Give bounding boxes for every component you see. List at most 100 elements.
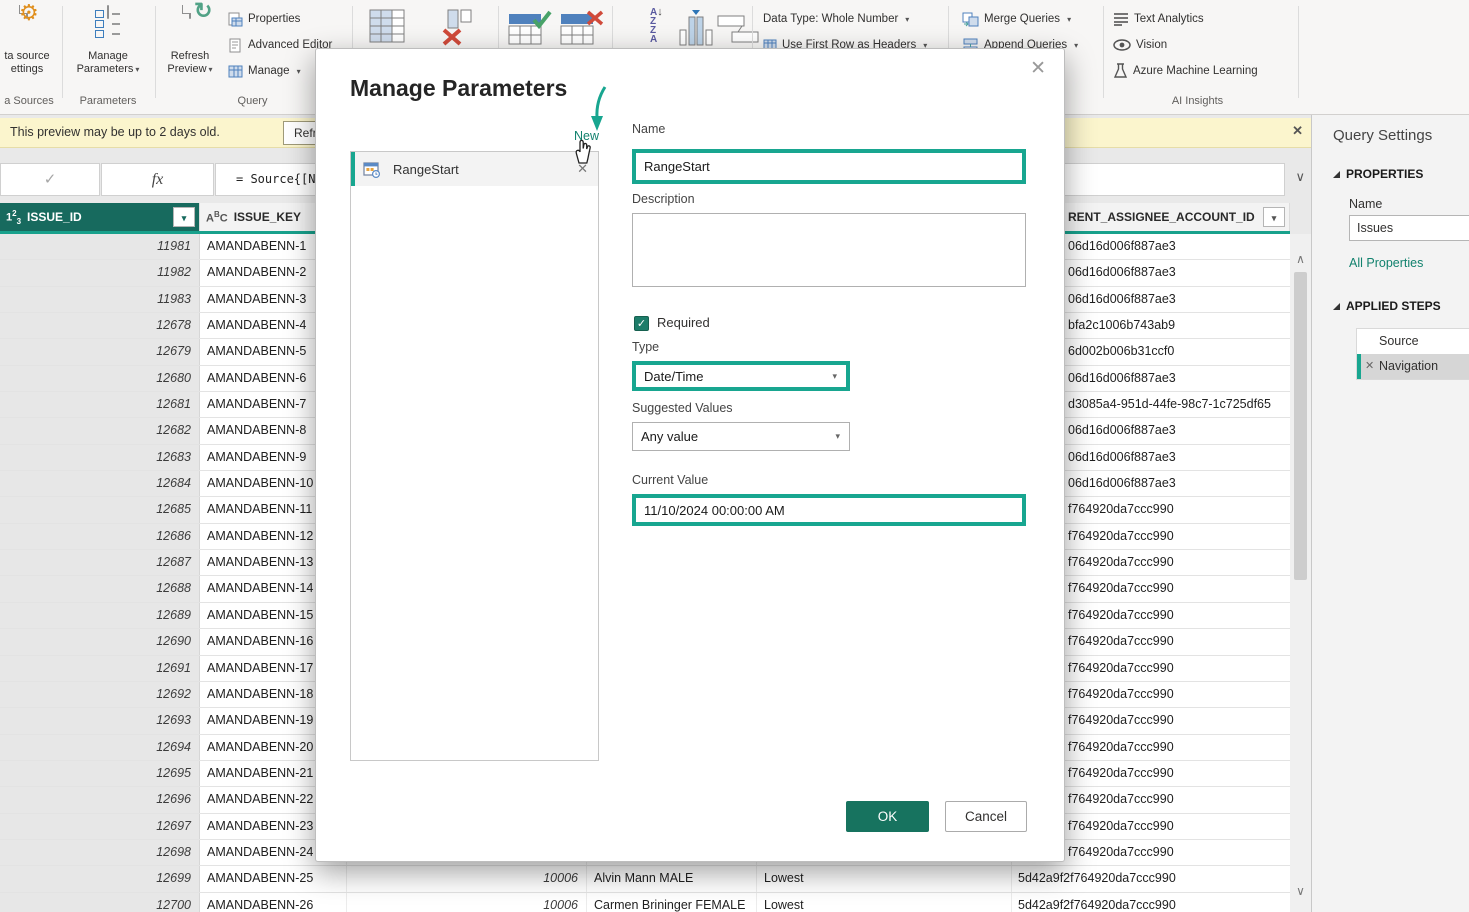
cell-issue-id[interactable]: 12682: [0, 418, 200, 443]
ok-button[interactable]: OK: [846, 801, 929, 832]
cell-issue-id[interactable]: 12692: [0, 682, 200, 707]
check-icon: ✓: [637, 318, 646, 330]
cell-issue-id[interactable]: 12691: [0, 656, 200, 681]
eye-icon: [1113, 39, 1131, 51]
merge-queries-button[interactable]: Merge Queries ▾: [962, 8, 1071, 30]
cell-issue-key[interactable]: AMANDABENN-25: [200, 866, 347, 891]
suggested-values-dropdown[interactable]: Any value ▾: [632, 422, 850, 451]
cell-issue-id[interactable]: 12698: [0, 840, 200, 865]
cell-reporter-id[interactable]: 10006: [347, 866, 587, 891]
query-settings-panel: Query Settings PROPERTIES Name Issues Al…: [1311, 115, 1469, 912]
chevron-down-icon: ▾: [1067, 15, 1071, 24]
parameter-name-input[interactable]: RangeStart: [632, 149, 1026, 184]
properties-button[interactable]: Properties: [228, 8, 300, 30]
column-header-issue-id[interactable]: 123 ISSUE_ID ▾: [0, 203, 200, 231]
keep-rows-button[interactable]: [508, 10, 552, 46]
delete-step-icon[interactable]: ✕: [1365, 354, 1374, 378]
cell-issue-id[interactable]: 12684: [0, 471, 200, 496]
data-type-dropdown[interactable]: Data Type: Whole Number ▾: [763, 8, 909, 30]
chevron-down-icon: ▾: [1272, 213, 1277, 223]
fx-button[interactable]: fx: [101, 163, 214, 196]
refresh-preview-button[interactable]: ↻ Refresh Preview▾: [158, 6, 222, 76]
cell-priority[interactable]: Lowest: [757, 893, 1012, 912]
required-checkbox[interactable]: ✓: [634, 316, 649, 331]
cell-issue-id[interactable]: 12688: [0, 576, 200, 601]
cell-issue-id[interactable]: 12693: [0, 708, 200, 733]
manage-icon: [228, 64, 243, 79]
parameter-name: RangeStart: [393, 162, 459, 177]
cell-issue-id[interactable]: 12679: [0, 339, 200, 364]
cell-issue-id[interactable]: 12681: [0, 392, 200, 417]
cell-issue-id[interactable]: 12699: [0, 866, 200, 891]
sort-ascending-button[interactable]: A↓ Z Z A: [650, 8, 663, 44]
cell-issue-id[interactable]: 12694: [0, 735, 200, 760]
cell-issue-id[interactable]: 11983: [0, 287, 200, 312]
choose-columns-button[interactable]: [368, 8, 406, 44]
cell-issue-id[interactable]: 12686: [0, 524, 200, 549]
cell-issue-id[interactable]: 12696: [0, 787, 200, 812]
manage-parameters-button[interactable]: Manage Parameters▾: [68, 6, 148, 76]
cell-issue-id[interactable]: 11981: [0, 234, 200, 259]
collapse-triangle-icon: [1333, 303, 1340, 310]
step-navigation[interactable]: ✕ Navigation: [1357, 354, 1469, 379]
cell-issue-id[interactable]: 12700: [0, 893, 200, 912]
remove-rows-button[interactable]: [560, 10, 604, 46]
manage-button[interactable]: Manage ▾: [228, 60, 301, 82]
cell-issue-id[interactable]: 12680: [0, 366, 200, 391]
filter-dropdown-button[interactable]: ▾: [1263, 207, 1285, 227]
remove-columns-icon: [436, 8, 476, 46]
step-source[interactable]: Source: [1357, 329, 1469, 354]
cell-issue-id[interactable]: 11982: [0, 260, 200, 285]
scrollbar-thumb[interactable]: [1294, 272, 1307, 580]
filter-dropdown-button[interactable]: ▾: [173, 207, 195, 227]
close-icon[interactable]: ✕: [1292, 123, 1303, 139]
properties-icon: [228, 12, 243, 27]
vision-button[interactable]: Vision: [1113, 34, 1167, 56]
cell-person[interactable]: Alvin Mann MALE: [587, 866, 757, 891]
query-name-input[interactable]: Issues: [1349, 215, 1469, 241]
cell-reporter-id[interactable]: 10006: [347, 893, 587, 912]
cancel-button[interactable]: Cancel: [945, 801, 1027, 832]
all-properties-link[interactable]: All Properties: [1349, 256, 1423, 270]
cell-issue-id[interactable]: 12695: [0, 761, 200, 786]
scroll-down-icon[interactable]: ∨: [1290, 884, 1311, 898]
cell-issue-id[interactable]: 12683: [0, 445, 200, 470]
ribbon-divider: [1103, 6, 1104, 98]
parameter-list-item-rangestart[interactable]: RangeStart ✕: [351, 152, 598, 186]
split-column-icon: [716, 14, 762, 44]
split-column-button[interactable]: [716, 14, 762, 44]
text-analytics-button[interactable]: Text Analytics: [1113, 8, 1204, 30]
dialog-close-icon[interactable]: ✕: [1030, 57, 1046, 80]
power-query-editor-window: ⚙ ta source ettings a Sources Manage Par…: [0, 0, 1469, 912]
cell-issue-id[interactable]: 12689: [0, 603, 200, 628]
check-icon: ✓: [44, 171, 57, 188]
sort-arrow-icon: ↓: [657, 6, 663, 18]
cell-assignee-account-id[interactable]: 5d42a9f2f764920da7ccc990: [1012, 893, 1290, 912]
azure-ml-button[interactable]: Azure Machine Learning: [1113, 60, 1258, 82]
cell-issue-id[interactable]: 12690: [0, 629, 200, 654]
cell-issue-key[interactable]: AMANDABENN-26: [200, 893, 347, 912]
table-vertical-scrollbar[interactable]: ∧ ∨: [1290, 234, 1311, 912]
properties-section-header[interactable]: PROPERTIES: [1333, 167, 1423, 181]
commit-formula-button[interactable]: ✓: [0, 163, 100, 196]
applied-steps-list: Source ✕ Navigation: [1356, 328, 1469, 380]
manage-parameters-dialog: ✕ Manage Parameters New RangeStart ✕ Nam…: [315, 48, 1065, 862]
scroll-up-icon[interactable]: ∧: [1290, 252, 1311, 266]
cell-issue-id[interactable]: 12687: [0, 550, 200, 575]
type-dropdown[interactable]: Date/Time ▾: [632, 361, 850, 391]
whole-number-type-icon: 123: [6, 209, 21, 226]
group-by-button[interactable]: [676, 8, 716, 48]
current-value-input[interactable]: 11/10/2024 00:00:00 AM: [632, 494, 1026, 526]
cell-issue-id[interactable]: 12678: [0, 313, 200, 338]
cell-priority[interactable]: Lowest: [757, 866, 1012, 891]
cell-issue-id[interactable]: 12697: [0, 814, 200, 839]
description-textarea[interactable]: [632, 213, 1026, 287]
remove-columns-button[interactable]: [436, 8, 476, 46]
cell-assignee-account-id[interactable]: 5d42a9f2f764920da7ccc990: [1012, 866, 1290, 891]
cell-issue-id[interactable]: 12685: [0, 497, 200, 522]
text-type-icon: ABC: [206, 210, 228, 225]
table-row: 12699 AMANDABENN-25 10006 Alvin Mann MAL…: [0, 866, 1290, 892]
applied-steps-section-header[interactable]: APPLIED STEPS: [1333, 299, 1441, 313]
cell-person[interactable]: Carmen Brininger FEMALE: [587, 893, 757, 912]
expand-formula-bar-icon[interactable]: ∨: [1295, 169, 1305, 185]
